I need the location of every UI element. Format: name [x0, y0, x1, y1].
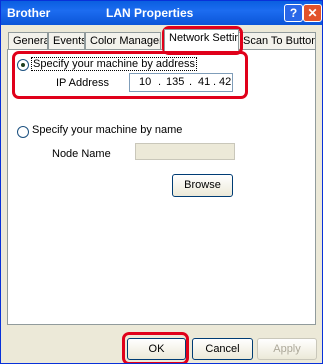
ok-highlight [122, 332, 189, 363]
cancel-button[interactable]: Cancel [192, 338, 253, 360]
tab-network-setting[interactable]: Network Setting [164, 29, 239, 51]
by-name-radio[interactable] [17, 126, 29, 138]
tab-color-management[interactable]: Color Management [85, 32, 161, 50]
tab-events[interactable]: Events [48, 32, 85, 50]
lan-properties-dialog: Brother LAN Properties ? ✕ General Event… [0, 0, 323, 364]
node-name-label: Node Name [52, 148, 111, 160]
window-title: LAN Properties [106, 6, 194, 20]
title-bar[interactable]: Brother LAN Properties ? ✕ [1, 1, 322, 25]
tab-scan-to-button[interactable]: Scan To Button [238, 32, 316, 50]
tab-general[interactable]: General [8, 32, 48, 50]
close-button[interactable]: ✕ [303, 4, 322, 22]
help-button[interactable]: ? [284, 4, 303, 22]
apply-button[interactable]: Apply [257, 338, 317, 360]
browse-button[interactable]: Browse [172, 174, 233, 197]
address-section-highlight [12, 51, 248, 99]
node-name-field[interactable] [135, 143, 235, 160]
by-name-label[interactable]: Specify your machine by name [32, 124, 182, 136]
app-name: Brother [7, 6, 51, 20]
